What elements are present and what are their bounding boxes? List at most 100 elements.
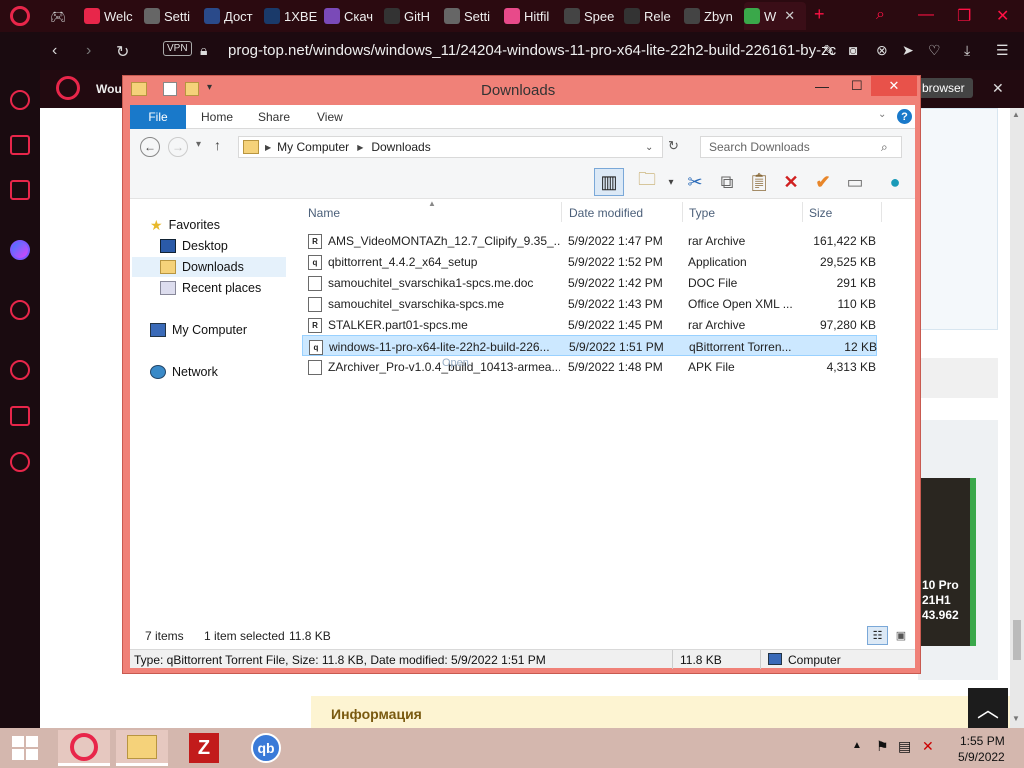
search-input[interactable]: Search Downloads ⌕ xyxy=(700,136,902,158)
camera-icon[interactable]: ◙ xyxy=(849,42,857,58)
reload-button[interactable]: ↻ xyxy=(116,42,129,62)
close-tab-icon[interactable]: ✕ xyxy=(784,8,795,24)
notification-close-icon[interactable]: ✕ xyxy=(992,80,1004,97)
preview-pane-icon[interactable]: ▥ xyxy=(594,168,624,196)
restore-button[interactable]: ❐ xyxy=(957,6,971,26)
column-name[interactable]: Name xyxy=(308,206,340,220)
breadcrumb[interactable]: ▶ My Computer ▶ Downloads ⌄ xyxy=(238,136,663,158)
browser-tab[interactable]: Скач xyxy=(324,2,378,30)
scroll-up-icon[interactable]: ▲ xyxy=(1012,110,1020,119)
player-icon[interactable] xyxy=(10,300,30,320)
tab-file[interactable]: File xyxy=(130,105,186,129)
send-icon[interactable]: ➤ xyxy=(902,42,914,59)
column-divider[interactable] xyxy=(561,202,562,222)
software-cover-image[interactable]: 10 Pro 21H1 43.962 xyxy=(918,478,976,646)
start-button[interactable] xyxy=(12,736,38,760)
ribbon-expand-icon[interactable]: ⌄ xyxy=(878,109,886,120)
file-row[interactable]: q windows-11-pro-x64-lite-22h2-build-226.… xyxy=(302,335,877,356)
explorer-minimize-button[interactable]: — xyxy=(815,78,829,94)
vpn-badge[interactable]: VPN xyxy=(163,41,192,56)
clock-date[interactable]: 5/9/2022 xyxy=(958,750,1005,764)
twitch-icon[interactable] xyxy=(10,180,30,200)
opera-menu-icon[interactable] xyxy=(10,6,30,26)
browser-tab[interactable]: Spee xyxy=(564,2,618,30)
address-dropdown-icon[interactable]: ⌄ xyxy=(645,142,653,153)
extensions-icon[interactable] xyxy=(10,406,30,426)
file-row[interactable]: samouchitel_svarschika-spcs.me 5/9/2022 1… xyxy=(302,293,877,314)
browser-tab[interactable]: Setti xyxy=(144,2,198,30)
tab-home[interactable]: Home xyxy=(201,110,233,124)
taskbar-opera-button[interactable] xyxy=(58,730,110,766)
network-globe-icon[interactable]: ● xyxy=(882,169,908,195)
notification-button[interactable]: browser xyxy=(914,78,973,98)
settings-icon[interactable] xyxy=(10,452,30,472)
scroll-down-icon[interactable]: ▼ xyxy=(1012,714,1020,723)
browser-tab[interactable]: Setti xyxy=(444,2,498,30)
column-divider[interactable] xyxy=(682,202,683,222)
large-icons-view-icon[interactable]: ▣ xyxy=(891,626,911,645)
history-icon[interactable] xyxy=(10,360,30,380)
browser-tab[interactable]: 1XBE xyxy=(264,2,318,30)
column-date[interactable]: Date modified xyxy=(569,206,643,220)
speed-dial-icon[interactable] xyxy=(10,90,30,110)
folder-options-icon[interactable]: 🗀︎ xyxy=(634,169,660,195)
paste-icon[interactable]: 📋︎ xyxy=(746,169,772,195)
search-tabs-icon[interactable]: ⌕ xyxy=(876,6,885,24)
nav-network[interactable]: Network xyxy=(150,362,218,382)
adblock-icon[interactable]: ⊗ xyxy=(876,42,888,59)
page-scrollbar[interactable]: ▲ ▼ xyxy=(1010,108,1024,728)
new-folder-icon[interactable] xyxy=(185,82,199,96)
help-icon[interactable]: ? xyxy=(897,109,912,124)
scroll-thumb[interactable] xyxy=(1013,620,1021,660)
properties-icon[interactable] xyxy=(163,82,177,96)
file-row[interactable]: R STALKER.part01-spcs.me 5/9/2022 1:45 PM r… xyxy=(302,314,877,335)
column-divider[interactable] xyxy=(881,202,882,222)
browser-tab[interactable]: Rele xyxy=(624,2,678,30)
refresh-button[interactable]: ↻ xyxy=(668,138,679,154)
back-button[interactable]: ‹ xyxy=(52,42,57,60)
nav-favorites[interactable]: ★ Favorites xyxy=(150,215,220,235)
column-type[interactable]: Type xyxy=(689,206,715,220)
file-row[interactable]: q qbittorrent_4.4.2_x64_setup 5/9/2022 1:5… xyxy=(302,251,877,272)
taskbar-explorer-button[interactable] xyxy=(116,730,168,766)
properties-toolbar-icon[interactable]: ▭ xyxy=(842,169,868,195)
tab-view[interactable]: View xyxy=(317,110,343,124)
file-row[interactable]: ZArchiver_Pro-v1.0.4_build_10413-armea..… xyxy=(302,356,877,377)
column-size[interactable]: Size xyxy=(809,206,832,220)
nav-my-computer[interactable]: My Computer xyxy=(150,320,247,340)
file-row[interactable]: samouchitel_svarschika1-spcs.me.doc 5/9/2… xyxy=(302,272,877,293)
taskbar-qbittorrent-button[interactable]: qb xyxy=(240,730,292,766)
browser-tab[interactable]: Hitfil xyxy=(504,2,558,30)
heart-icon[interactable]: ♡ xyxy=(928,42,941,59)
rename-icon[interactable]: ✔ xyxy=(810,169,836,195)
cut-icon[interactable]: ✂ xyxy=(682,169,708,195)
nav-downloads[interactable]: Downloads xyxy=(132,257,286,277)
options-dropdown-icon[interactable]: ▾ xyxy=(658,169,684,195)
download-icon[interactable]: ⤓ xyxy=(964,42,970,59)
edit-icon[interactable]: ✎ xyxy=(823,42,835,59)
breadcrumb-my-computer[interactable]: My Computer xyxy=(277,140,349,154)
new-tab-button[interactable]: + xyxy=(814,4,825,25)
show-hidden-icons[interactable]: ▲ xyxy=(852,740,862,751)
recent-locations-icon[interactable]: ▾ xyxy=(196,139,201,150)
browser-tab[interactable]: GitH xyxy=(384,2,438,30)
column-divider[interactable] xyxy=(802,202,803,222)
explorer-maximize-button[interactable]: ☐ xyxy=(851,78,863,94)
forward-nav-button[interactable]: → xyxy=(168,137,188,157)
breadcrumb-downloads[interactable]: Downloads xyxy=(371,140,430,154)
file-row[interactable]: R AMS_VideoMONTAZh_12.7_Clipify_9.35_... 5… xyxy=(302,230,877,251)
nav-desktop[interactable]: Desktop xyxy=(160,236,228,256)
up-button[interactable]: ↑ xyxy=(214,137,221,153)
delete-icon[interactable]: ✕ xyxy=(778,169,804,195)
browser-tab[interactable]: W ✕ xyxy=(744,2,806,30)
url-field[interactable]: prog-top.net/windows/windows_11/24204-wi… xyxy=(228,42,836,59)
nav-recent[interactable]: Recent places xyxy=(160,278,261,298)
clock-time[interactable]: 1:55 PM xyxy=(960,734,1005,748)
explorer-title-bar[interactable]: ▾ Downloads — ☐ ✕ xyxy=(123,76,920,104)
action-center-icon[interactable]: ⚑ xyxy=(876,738,889,755)
minimize-button[interactable]: — xyxy=(918,6,934,24)
menu-icon[interactable]: ☰ xyxy=(996,42,1009,59)
details-view-icon[interactable]: ☷ xyxy=(867,626,888,645)
quick-access-dropdown-icon[interactable]: ▾ xyxy=(207,82,212,93)
close-window-button[interactable]: ✕ xyxy=(996,6,1009,26)
